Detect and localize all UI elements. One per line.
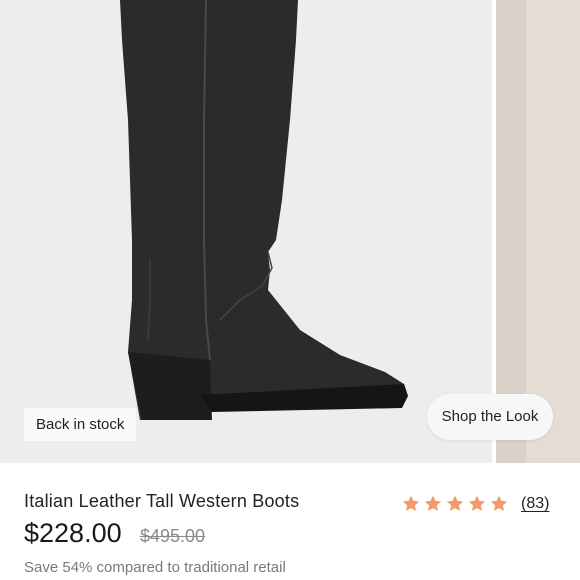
back-in-stock-badge: Back in stock [24,408,137,441]
shop-the-look-button[interactable]: Shop the Look [427,394,553,440]
boot-image [120,0,408,420]
star-icon [446,495,464,511]
current-price: $228.00 [24,518,122,548]
product-image[interactable] [0,0,492,463]
star-icon [468,495,486,511]
product-gallery[interactable]: Back in stock Shop the Look [0,0,580,463]
product-title: Italian Leather Tall Western Boots [24,491,300,511]
compare-price: $495.00 [140,526,206,546]
savings-text: Save 54% compared to traditional retail [24,559,286,576]
star-icon [424,495,442,511]
review-count-link[interactable]: (83) [521,495,549,513]
rating-stars[interactable] [401,494,509,516]
star-icon [490,495,508,511]
star-icon [402,495,420,511]
